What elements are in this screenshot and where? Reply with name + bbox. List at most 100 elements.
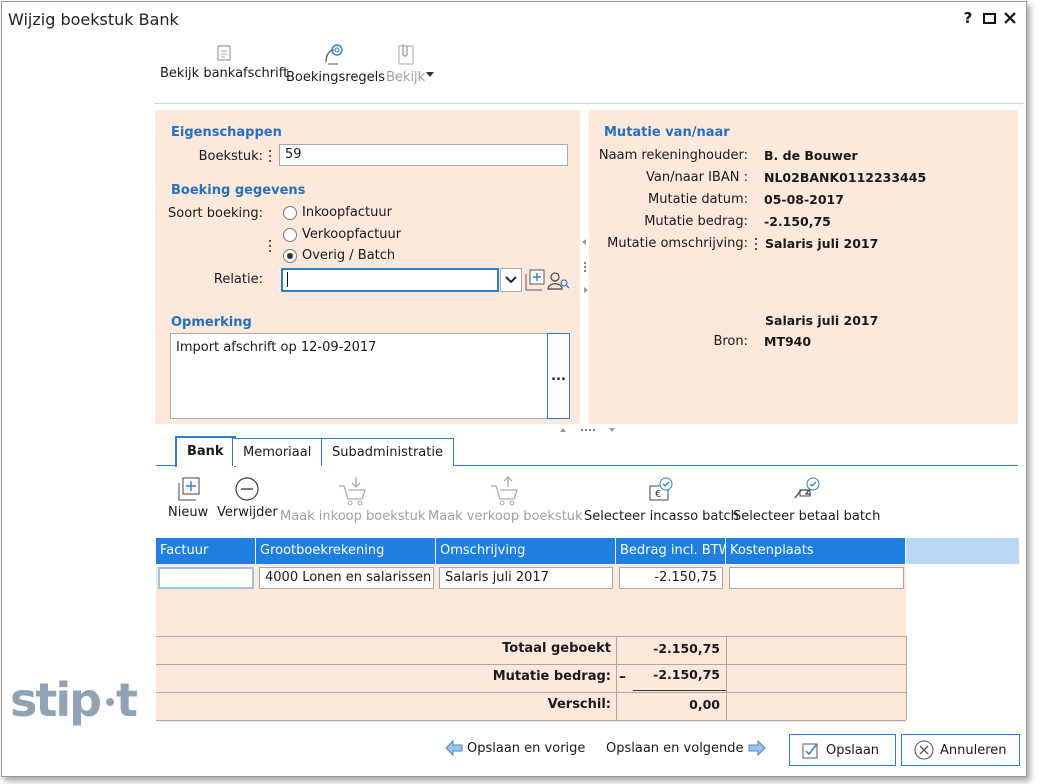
- mutatie-panel: Mutatie van/naar Naam rekeninghouder: B.…: [589, 110, 1018, 424]
- help-icon[interactable]: ?: [960, 9, 976, 27]
- arrow-left-icon: [445, 740, 463, 756]
- column-header-bedrag[interactable]: Bedrag incl. BTW: [616, 538, 731, 564]
- cancel-icon: [914, 740, 934, 760]
- column-header-omschrijving[interactable]: Omschrijving: [436, 538, 616, 564]
- window-controls: ?: [960, 9, 1018, 27]
- naam-rekeninghouder-label: Naam rekeninghouder:: [598, 148, 748, 163]
- tab-memoriaal[interactable]: Memoriaal: [232, 438, 323, 466]
- remove-icon: [235, 477, 259, 501]
- grid-empty-area: [906, 564, 1019, 722]
- cart-upload-icon: [491, 476, 519, 506]
- bron-label: Bron:: [713, 334, 748, 349]
- add-icon: [525, 269, 545, 291]
- mutatie-title: Mutatie van/naar: [604, 125, 730, 140]
- cell-grootboekrekening[interactable]: 4000 Lonen en salarissen: [259, 567, 434, 589]
- relatie-dropdown-button[interactable]: [500, 268, 522, 292]
- totals-vline: [726, 636, 727, 720]
- maak-verkoop-boekstuk-button[interactable]: Maak verkoop boekstuk: [428, 476, 583, 524]
- column-header-factuur[interactable]: Factuur: [156, 538, 256, 564]
- attachment-icon: [398, 44, 414, 65]
- relatie-label: Relatie:: [213, 272, 263, 287]
- save-check-icon: [802, 743, 818, 759]
- opslaan-button[interactable]: Opslaan: [789, 734, 896, 766]
- totals-vline: [906, 636, 907, 720]
- splitter-dots: [269, 150, 272, 164]
- vertical-splitter[interactable]: [581, 238, 589, 298]
- svg-text:stip: stip: [10, 673, 100, 727]
- horizontal-splitter[interactable]: [558, 424, 618, 434]
- left-panel: Eigenschappen Boekstuk: 59 Boeking gegev…: [155, 110, 580, 424]
- cart-download-icon: [338, 477, 366, 506]
- opmerking-textarea[interactable]: Import afschrift op 12-09-2017: [170, 333, 548, 419]
- dialog-window: Wijzig boekstuk Bank ? Bekijk bankafschr…: [1, 1, 1027, 777]
- boeking-gegevens-title: Boeking gegevens: [171, 183, 306, 198]
- radio-circle: [283, 227, 297, 242]
- cell-kostenplaats[interactable]: [729, 567, 904, 589]
- totals-divider: [156, 720, 906, 721]
- bekijk-bankafschrift-button[interactable]: Bekijk bankafschrift: [160, 44, 288, 81]
- splitter-dots: [269, 240, 272, 254]
- bron-value: MT940: [764, 334, 812, 349]
- cell-factuur[interactable]: [158, 567, 254, 589]
- eigenschappen-title: Eigenschappen: [171, 125, 282, 140]
- search-relatie-button[interactable]: [547, 269, 571, 293]
- arrow-right-icon: [748, 740, 766, 756]
- selecteer-betaal-batch-button[interactable]: Selecteer betaal batch: [733, 476, 880, 524]
- toolbar: Bekijk bankafschrift Boekingsregels Beki…: [154, 38, 1024, 104]
- opslaan-en-vorige-button[interactable]: Opslaan en vorige: [445, 740, 585, 756]
- boekingsregels-button[interactable]: Boekingsregels: [286, 42, 385, 85]
- radio-circle: [283, 205, 297, 220]
- omschrijving-extra-value: Salaris juli 2017: [765, 313, 879, 328]
- cell-omschrijving[interactable]: Salaris juli 2017: [439, 567, 613, 589]
- totals-vline: [616, 636, 617, 720]
- annuleren-button[interactable]: Annuleren: [901, 734, 1020, 766]
- text-caret: [287, 272, 288, 287]
- column-header-kostenplaats[interactable]: Kostenplaats: [726, 538, 906, 564]
- column-header-grootboekrekening[interactable]: Grootboekrekening: [256, 538, 436, 564]
- soort-boeking-label: Soort boeking:: [168, 206, 263, 221]
- radio-verkoopfactuur[interactable]: Verkoopfactuur: [283, 227, 401, 242]
- verschil-value: 0,00: [689, 697, 720, 712]
- mutatie-bedrag-total-label: Mutatie bedrag:: [492, 669, 611, 684]
- mutatie-datum-label: Mutatie datum:: [648, 192, 748, 207]
- sum-underline: [633, 690, 726, 691]
- bekijk-button[interactable]: Bekijk: [386, 42, 425, 85]
- verwijder-button[interactable]: Verwijder: [217, 476, 278, 520]
- cell-bedrag[interactable]: -2.150,75: [619, 567, 723, 589]
- add-relatie-button[interactable]: [524, 268, 545, 291]
- tab-subadministratie[interactable]: Subadministratie: [321, 438, 454, 466]
- maak-inkoop-boekstuk-button[interactable]: Maak inkoop boekstuk: [280, 476, 425, 524]
- stipt-logo: stip t: [10, 672, 140, 736]
- svg-text:€: €: [655, 489, 661, 500]
- column-header-filler: [906, 538, 1019, 564]
- maximize-icon[interactable]: [981, 9, 997, 27]
- radio-circle-selected: [283, 248, 297, 263]
- gear-user-icon: [325, 44, 344, 65]
- naam-rekeninghouder-value: B. de Bouwer: [764, 148, 858, 163]
- totals-divider: [156, 664, 906, 665]
- totals-divider: [156, 636, 906, 637]
- mutatie-bedrag-value: -2.150,75: [764, 214, 831, 229]
- chevron-down-icon: [505, 276, 517, 284]
- bekijk-dropdown-icon[interactable]: [426, 66, 434, 81]
- boekstuk-input[interactable]: 59: [279, 144, 568, 166]
- document-icon: [217, 45, 231, 61]
- close-icon[interactable]: [1002, 9, 1018, 27]
- tab-bank[interactable]: Bank: [175, 436, 236, 467]
- window-title: Wijzig boekstuk Bank: [8, 10, 179, 29]
- opslaan-en-volgende-button[interactable]: Opslaan en volgende: [606, 740, 766, 756]
- radio-inkoopfactuur[interactable]: Inkoopfactuur: [283, 205, 392, 220]
- opmerking-more-button[interactable]: ...: [547, 333, 570, 419]
- user-search-icon: [547, 272, 570, 290]
- totals-divider: [156, 692, 906, 693]
- relatie-input[interactable]: [281, 268, 499, 292]
- svg-text:t: t: [116, 673, 138, 727]
- euro-check-icon: €: [649, 477, 673, 501]
- mutatie-omschrijving-value: Salaris juli 2017: [765, 236, 879, 251]
- iban-value: NL02BANK0112233445: [764, 170, 927, 185]
- selecteer-incasso-batch-button[interactable]: € Selecteer incasso batch: [584, 476, 739, 524]
- iban-label: Van/naar IBAN :: [645, 170, 748, 185]
- booking-grid: Factuur Grootboekrekening Omschrijving B…: [156, 538, 1019, 722]
- radio-overig-batch[interactable]: Overig / Batch: [283, 248, 395, 263]
- nieuw-button[interactable]: Nieuw: [168, 476, 208, 520]
